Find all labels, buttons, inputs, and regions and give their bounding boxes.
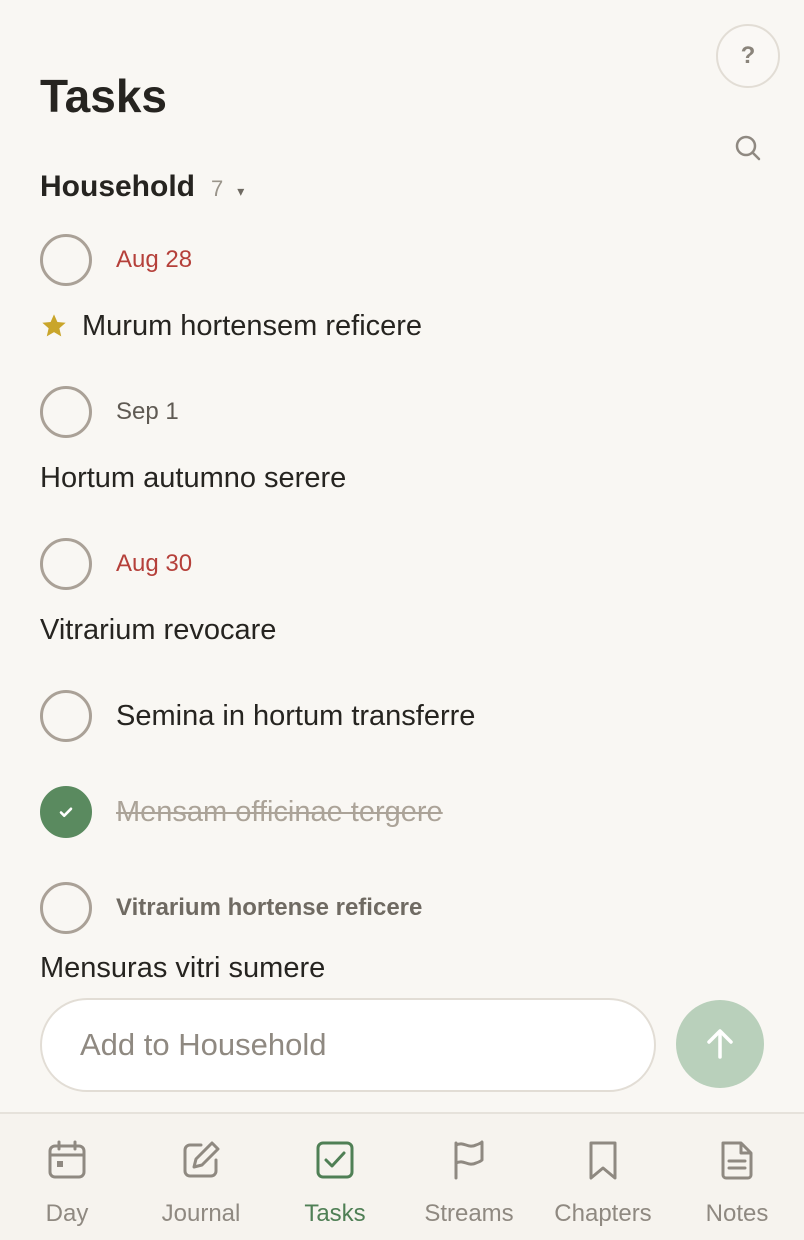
group-name: Household: [40, 170, 195, 203]
task-project: Vitrarium hortense reficere: [116, 894, 423, 921]
add-task-input[interactable]: [40, 998, 656, 1092]
task-item[interactable]: Sep 1 Hortum autumno serere: [40, 386, 780, 498]
tab-label: Day: [45, 1200, 89, 1227]
tab-label: Tasks: [304, 1200, 366, 1227]
tab-bar: Day Journal Tasks Streams Chapters Notes: [0, 1112, 804, 1240]
checkbox-icon: [313, 1138, 357, 1182]
task-checkbox[interactable]: [40, 786, 92, 838]
tab-tasks[interactable]: Tasks: [268, 1114, 402, 1240]
send-button[interactable]: [676, 1000, 764, 1088]
calendar-icon: [45, 1138, 89, 1182]
chevron-down-icon[interactable]: ▾: [237, 183, 244, 200]
help-button[interactable]: ?: [716, 24, 780, 88]
task-item[interactable]: Mensam officinae tergere: [40, 786, 780, 838]
tab-label: Notes: [705, 1200, 769, 1227]
document-icon: [715, 1138, 759, 1182]
group-header[interactable]: Household 7 ▾: [40, 170, 244, 210]
task-due-date: Aug 28: [116, 246, 193, 273]
task-item[interactable]: Semina in hortum transferre: [40, 690, 780, 742]
tab-label: Journal: [161, 1200, 241, 1227]
tab-day[interactable]: Day: [0, 1114, 134, 1240]
task-title: Murum hortensem reficere: [82, 309, 423, 342]
task-title: Hortum autumno serere: [40, 461, 347, 494]
tab-label: Streams: [424, 1200, 514, 1227]
edit-icon: [179, 1138, 223, 1182]
page-title: Tasks: [40, 70, 168, 122]
flag-icon: [447, 1138, 491, 1182]
bookmark-icon: [581, 1138, 625, 1182]
star-icon[interactable]: [40, 312, 68, 340]
tab-label: Chapters: [554, 1200, 652, 1227]
task-title: Vitrarium revocare: [40, 613, 277, 646]
tab-notes[interactable]: Notes: [670, 1114, 804, 1240]
task-checkbox[interactable]: [40, 386, 92, 438]
group-count: 7: [211, 176, 224, 201]
task-checkbox[interactable]: [40, 234, 92, 286]
tab-chapters[interactable]: Chapters: [536, 1114, 670, 1240]
tab-streams[interactable]: Streams: [402, 1114, 536, 1240]
task-item[interactable]: Aug 30 Vitrarium revocare: [40, 538, 780, 650]
task-due-date: Sep 1: [116, 398, 179, 425]
checkmark-icon: [59, 807, 73, 817]
task-checkbox[interactable]: [40, 690, 92, 742]
task-title: Mensuras vitri sumere: [40, 951, 326, 984]
task-checkbox[interactable]: [40, 538, 92, 590]
task-item[interactable]: Aug 28 Murum hortensem reficere: [40, 234, 780, 346]
task-checkbox[interactable]: [40, 882, 92, 934]
search-icon: [735, 135, 761, 161]
task-item[interactable]: Vitrarium hortense reficere Mensuras vit…: [40, 882, 780, 988]
search-button[interactable]: [730, 130, 766, 166]
tab-journal[interactable]: Journal: [134, 1114, 268, 1240]
arrow-up-icon: [707, 1029, 733, 1059]
task-title: Semina in hortum transferre: [116, 699, 476, 732]
task-due-date: Aug 30: [116, 550, 193, 577]
task-title: Mensam officinae tergere: [116, 795, 443, 828]
